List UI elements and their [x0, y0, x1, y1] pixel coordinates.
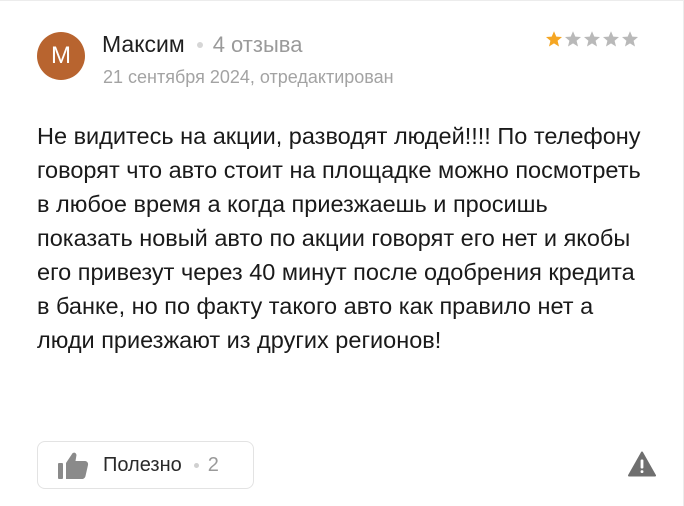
star-empty-icon: [603, 31, 619, 47]
warning-icon[interactable]: [628, 451, 656, 477]
star-filled-icon: [546, 31, 562, 47]
separator-dot: [193, 462, 199, 468]
useful-count: 2: [207, 453, 219, 476]
star-empty-icon: [584, 31, 600, 47]
thumbs-up-icon: [58, 452, 89, 479]
avatar-letter: М: [51, 42, 71, 69]
useful-label: Полезно: [103, 453, 182, 476]
star-empty-icon: [622, 31, 638, 47]
star-empty-icon: [565, 31, 581, 47]
avatar[interactable]: М: [37, 32, 85, 80]
separator-dot: [196, 41, 203, 48]
star-rating: [545, 30, 639, 48]
review-date: 21 сентября 2024, отредактирован: [103, 67, 394, 87]
review-text: Не видитесь на акции, разводят людей!!!!…: [37, 123, 641, 353]
author-line: Максим 4 отзыва: [102, 31, 302, 58]
author-name[interactable]: Максим: [102, 31, 185, 58]
useful-button[interactable]: Полезно 2: [37, 441, 254, 489]
author-review-count: 4 отзыва: [212, 31, 303, 57]
review-card: М Максим 4 отзыва 21 сентября 2024, отре…: [0, 0, 684, 506]
